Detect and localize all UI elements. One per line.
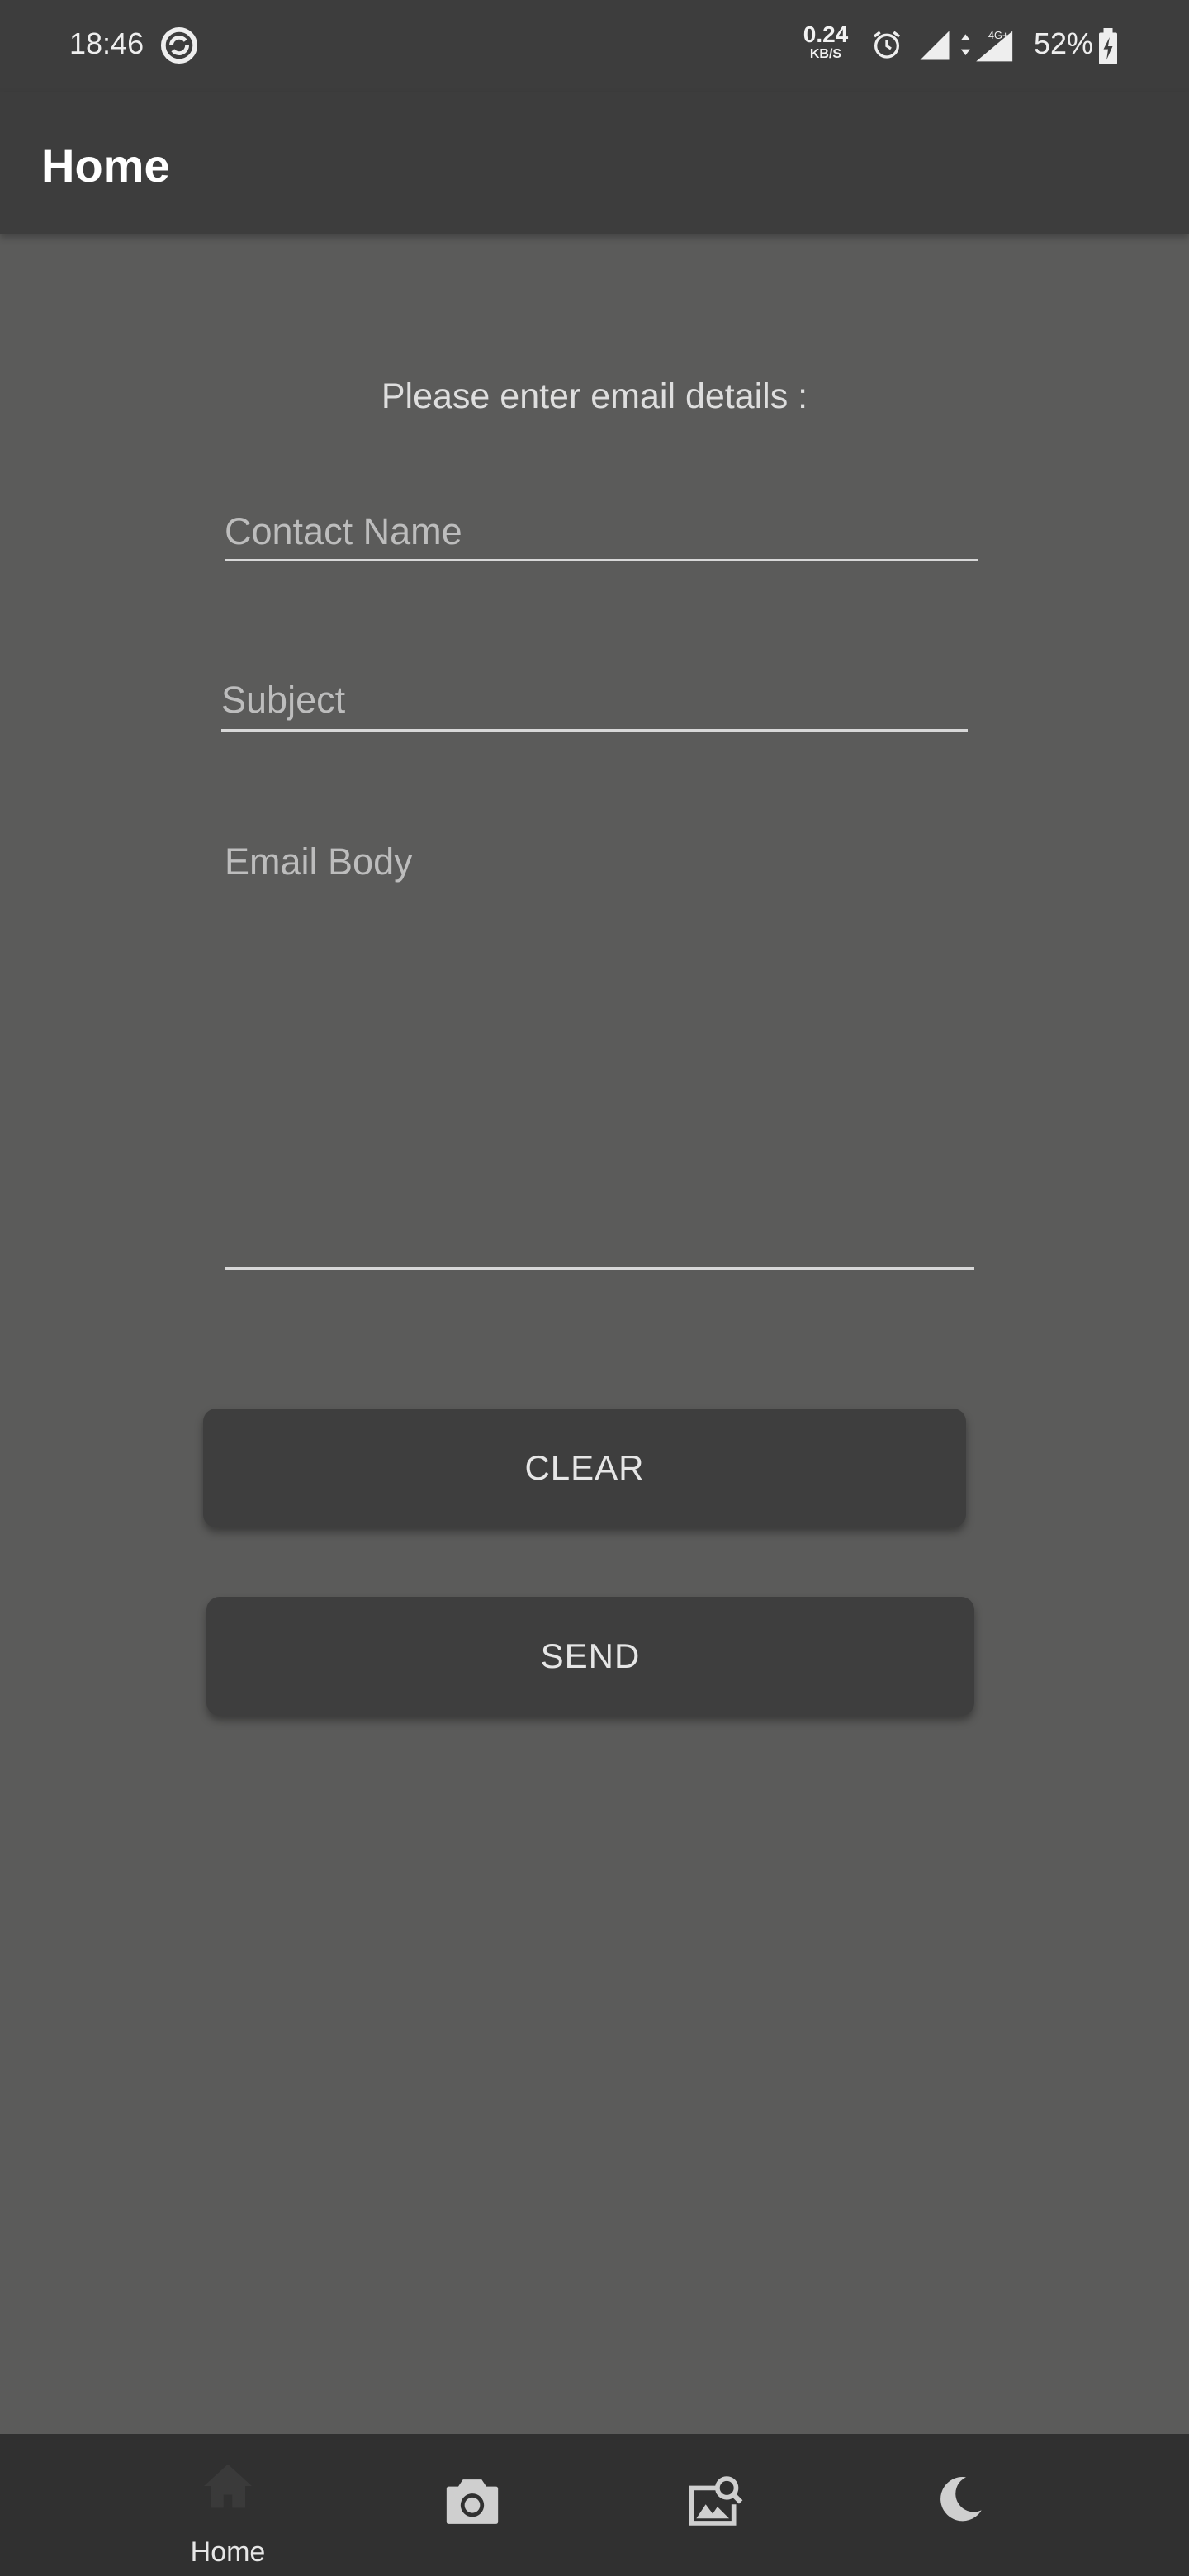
status-bar: 18:46 0.24 KB/S 4G+ 52%	[0, 0, 1189, 92]
sync-status-icon	[160, 26, 198, 64]
nav-item-camera[interactable]	[406, 2434, 538, 2576]
camera-icon	[446, 2479, 499, 2524]
subject-input[interactable]	[221, 669, 968, 732]
page-title: Home	[41, 140, 170, 192]
contact-name-input[interactable]	[225, 502, 978, 561]
status-time: 18:46	[69, 26, 144, 60]
nav-item-dark-mode[interactable]	[893, 2434, 1026, 2576]
email-body-field[interactable]	[225, 841, 974, 1270]
app-bar: Home	[0, 92, 1189, 234]
battery-charging-icon	[1099, 28, 1117, 64]
nav-item-image-search[interactable]	[649, 2434, 781, 2576]
contact-name-underline	[225, 559, 978, 561]
email-body-underline	[225, 1267, 974, 1270]
network-type: 4G+	[988, 29, 1009, 41]
nav-item-home[interactable]: Home	[162, 2434, 294, 2576]
bottom-navigation: Home	[0, 2434, 1189, 2576]
network-speed-unit: KB/S	[809, 47, 842, 61]
network-speed: 0.24 KB/S	[799, 23, 852, 61]
alarm-icon	[874, 31, 900, 59]
network-speed-value: 0.24	[803, 21, 849, 47]
home-icon	[204, 2464, 252, 2508]
moon-icon	[940, 2476, 982, 2522]
form-prompt: Please enter email details :	[381, 376, 808, 416]
send-button[interactable]: SEND	[206, 1597, 974, 1716]
subject-field[interactable]	[221, 669, 968, 732]
email-body-input[interactable]	[225, 841, 974, 1270]
contact-name-field[interactable]	[225, 502, 978, 561]
subject-underline	[221, 729, 968, 732]
battery-percent: 52%	[1034, 26, 1094, 60]
signal-icon-sim2: 4G+	[960, 29, 1013, 62]
signal-icon-sim1	[920, 31, 950, 60]
image-search-icon	[689, 2476, 743, 2526]
clear-button[interactable]: CLEAR	[203, 1409, 966, 1527]
nav-label-home: Home	[190, 2536, 266, 2568]
